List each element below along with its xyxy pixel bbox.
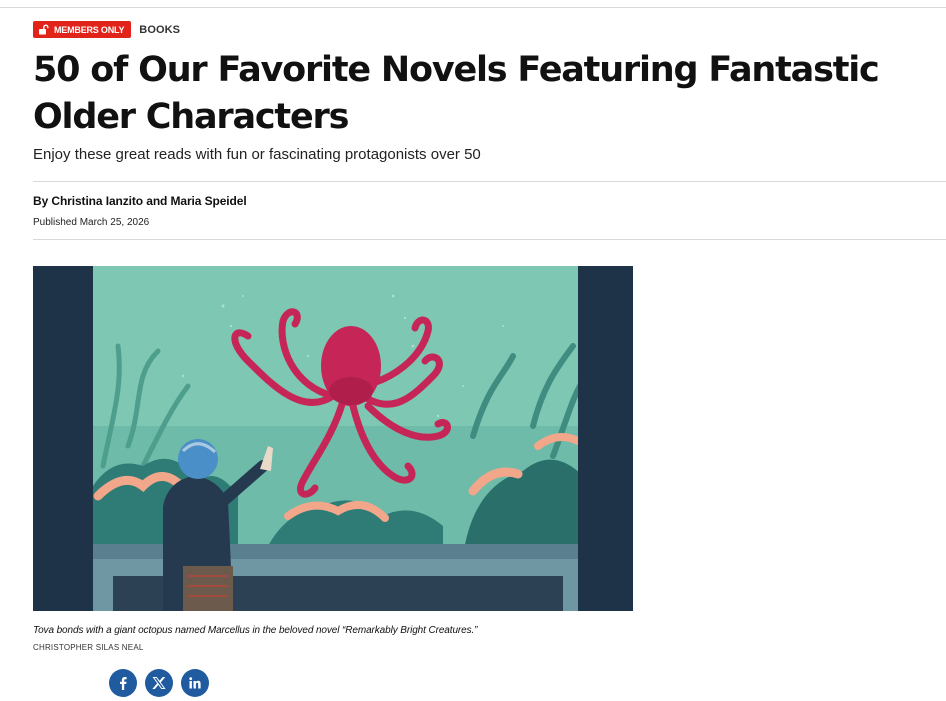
members-only-badge[interactable]: MEMBERS ONLY: [33, 21, 132, 38]
members-only-label: MEMBERS ONLY: [54, 24, 125, 35]
top-divider: [0, 7, 946, 8]
share-linkedin-button[interactable]: [181, 669, 209, 697]
image-caption: Tova bonds with a giant octopus named Ma…: [33, 625, 478, 636]
share-buttons: [109, 669, 209, 697]
hero-illustration: [33, 266, 633, 611]
unlock-icon: [39, 24, 49, 35]
linkedin-icon: [189, 677, 201, 689]
byline: By Christina Ianzito and Maria Speidel: [33, 194, 247, 208]
article-headline: 50 of Our Favorite Novels Featuring Fant…: [33, 50, 880, 137]
divider: [33, 181, 946, 182]
section-link-books[interactable]: BOOKS: [139, 24, 180, 36]
share-facebook-button[interactable]: [109, 669, 137, 697]
facebook-icon: [120, 677, 127, 690]
published-date: Published March 25, 2026: [33, 217, 150, 228]
x-icon: [152, 677, 166, 689]
share-x-button[interactable]: [145, 669, 173, 697]
article-tags: MEMBERS ONLY BOOKS: [33, 21, 180, 38]
divider: [33, 239, 946, 240]
image-credit: CHRISTOPHER SILAS NEAL: [33, 643, 144, 652]
article-dek: Enjoy these great reads with fun or fasc…: [33, 146, 481, 163]
